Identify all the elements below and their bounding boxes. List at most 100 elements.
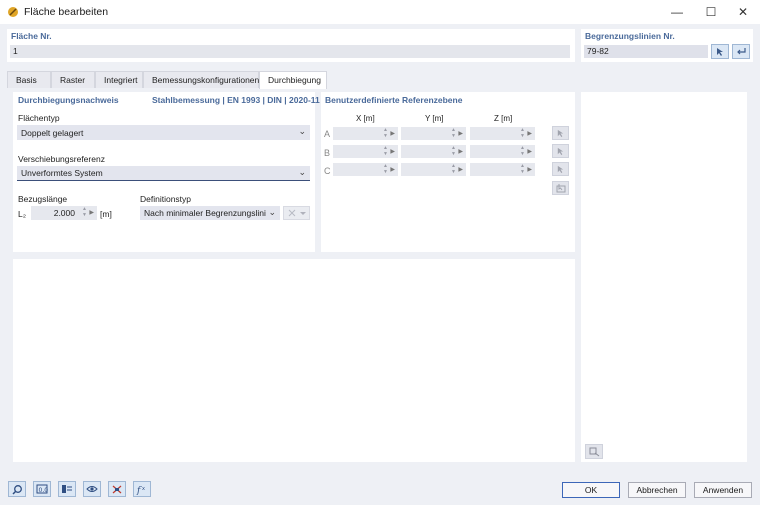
value-display-icon: 0.0 (36, 484, 48, 494)
lz-input[interactable]: 2.000 ▲ ▼ ▶ (31, 206, 97, 220)
app-icon (6, 5, 20, 19)
view-button[interactable] (83, 481, 101, 497)
lz-unit: [m] (100, 209, 112, 219)
play-icon[interactable]: ▶ (390, 166, 395, 173)
flaechentyp-label: Flächentyp (18, 113, 60, 123)
chevron-down-icon: ⌄ (298, 126, 306, 136)
verschiebung-label: Verschiebungsreferenz (18, 154, 105, 164)
reverse-lines-button[interactable] (732, 44, 750, 59)
row-label-c: C (324, 166, 331, 176)
tab-bemessungskonfigurationen[interactable]: Bemessungskonfigurationen (143, 71, 259, 88)
verschiebung-value: Unverformtes System (21, 168, 103, 178)
eye-icon (86, 486, 98, 492)
verschiebung-select[interactable]: Unverformtes System ⌄ (17, 166, 310, 181)
svg-text:x: x (142, 486, 145, 492)
section-title: Durchbiegungsnachweis (18, 95, 119, 105)
spin-arrows-icon[interactable]: ▲ ▼ (520, 163, 525, 175)
spin-arrows-icon[interactable]: ▲ ▼ (520, 127, 525, 139)
ref-b-z-input[interactable]: ▲ ▼ ▶ (470, 145, 535, 158)
apply-button[interactable]: Anwenden (694, 482, 752, 498)
svg-text:0.0: 0.0 (39, 487, 49, 494)
bezug-label: Bezugslänge (18, 194, 68, 204)
play-icon[interactable]: ▶ (390, 130, 395, 137)
spin-arrows-icon[interactable]: ▲ ▼ (451, 163, 456, 175)
begrenzung-field[interactable]: 79-82 (584, 45, 708, 58)
title-bar (0, 0, 760, 24)
cursor-icon (557, 165, 564, 173)
col-header-z: Z [m] (494, 114, 513, 123)
play-icon[interactable]: ▶ (89, 209, 94, 216)
member-button[interactable] (108, 481, 126, 497)
pick-point-b-button[interactable] (552, 144, 569, 158)
preview-settings-button[interactable] (585, 444, 603, 459)
select-lines-button[interactable] (711, 44, 729, 59)
flaeche-number-field[interactable]: 1 (10, 45, 570, 58)
ref-section-title: Benutzerdefinierte Referenzebene (325, 95, 463, 105)
spin-arrows-icon[interactable]: ▲ ▼ (383, 145, 388, 157)
pick-point-a-button[interactable] (552, 126, 569, 140)
pick-plane-button[interactable] (552, 181, 569, 195)
spin-arrows-icon[interactable]: ▲ ▼ (383, 163, 388, 175)
minimize-button[interactable]: — (660, 0, 694, 24)
search-icon-button[interactable] (8, 481, 26, 497)
spin-arrows-icon[interactable]: ▲ ▼ (383, 127, 388, 139)
window-title: Fläche bearbeiten (24, 6, 109, 18)
pick-icon (717, 47, 723, 56)
tab-durchbiegung[interactable]: Durchbiegung (259, 71, 327, 89)
play-icon[interactable]: ▶ (458, 148, 463, 155)
flaechentyp-select[interactable]: Doppelt gelagert ⌄ (17, 125, 310, 140)
lz-label: L₂ (18, 209, 27, 219)
ref-c-z-input[interactable]: ▲ ▼ ▶ (470, 163, 535, 176)
play-icon[interactable]: ▶ (527, 130, 532, 137)
spin-arrows-icon[interactable]: ▲ ▼ (82, 206, 87, 218)
cursor-icon (557, 147, 564, 155)
chevron-down-icon: ⌄ (298, 167, 306, 177)
play-icon[interactable]: ▶ (527, 148, 532, 155)
play-icon[interactable]: ▶ (458, 166, 463, 173)
tab-basis[interactable]: Basis (7, 71, 51, 88)
grid-table-icon (62, 485, 72, 493)
cancel-button[interactable]: Abbrechen (628, 482, 686, 498)
plane-pick-icon (556, 184, 565, 193)
definitionstyp-label: Definitionstyp (140, 194, 192, 204)
play-icon[interactable]: ▶ (527, 166, 532, 173)
definitionstyp-value: Nach minimaler Begrenzungslinie (144, 208, 271, 218)
table-button[interactable] (58, 481, 76, 497)
maximize-button[interactable]: ☐ (694, 0, 728, 24)
view-settings-icon (589, 447, 599, 456)
ref-c-x-input[interactable]: ▲ ▼ ▶ (333, 163, 398, 176)
ref-a-x-input[interactable]: ▲ ▼ ▶ (333, 127, 398, 140)
magnifier-icon (11, 484, 22, 495)
ref-a-z-input[interactable]: ▲ ▼ ▶ (470, 127, 535, 140)
flaeche-label: Fläche Nr. (11, 31, 52, 41)
ref-b-y-input[interactable]: ▲ ▼ ▶ (401, 145, 466, 158)
flaechentyp-value: Doppelt gelagert (21, 127, 84, 138)
close-button[interactable]: ✕ (726, 0, 760, 24)
ref-c-y-input[interactable]: ▲ ▼ ▶ (401, 163, 466, 176)
beam-icon (112, 485, 122, 493)
play-icon[interactable]: ▶ (458, 130, 463, 137)
function-icon: fx (136, 486, 145, 495)
col-header-y: Y [m] (425, 114, 444, 123)
row-label-a: A (324, 129, 331, 139)
tab-integriert[interactable]: Integriert (95, 71, 143, 88)
definitionstyp-tool-button[interactable] (283, 206, 310, 220)
spin-arrows-icon[interactable]: ▲ ▼ (451, 145, 456, 157)
lz-value: 2.000 (53, 208, 75, 218)
cursor-icon (557, 129, 564, 137)
units-button[interactable]: 0.0 (33, 481, 51, 497)
play-icon[interactable]: ▶ (390, 148, 395, 155)
section-subtitle: Stahlbemessung | EN 1993 | DIN | 2020-11 (152, 95, 320, 105)
ref-b-x-input[interactable]: ▲ ▼ ▶ (333, 145, 398, 158)
info-panel (13, 259, 575, 462)
pick-point-c-button[interactable] (552, 162, 569, 176)
definitionstyp-select[interactable]: Nach minimaler Begrenzungslinie ⌄ (140, 206, 280, 220)
formula-button[interactable]: fx (133, 481, 151, 497)
tool-dropdown-icon (288, 209, 306, 217)
ref-a-y-input[interactable]: ▲ ▼ ▶ (401, 127, 466, 140)
spin-arrows-icon[interactable]: ▲ ▼ (520, 145, 525, 157)
preview-panel (581, 92, 747, 462)
tab-raster[interactable]: Raster (51, 71, 95, 88)
ok-button[interactable]: OK (562, 482, 620, 498)
spin-arrows-icon[interactable]: ▲ ▼ (451, 127, 456, 139)
